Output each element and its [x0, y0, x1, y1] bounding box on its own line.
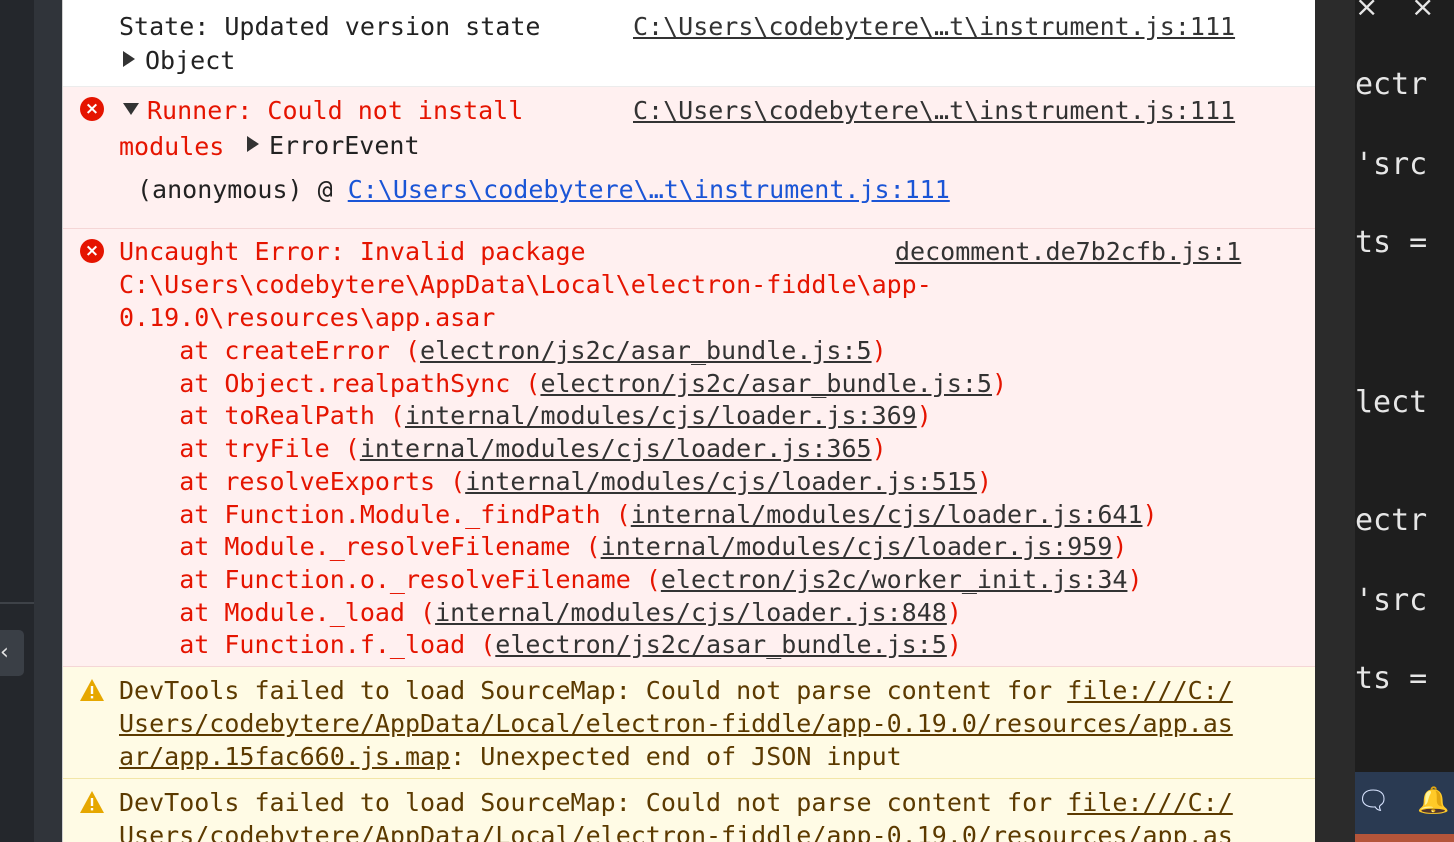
expand-triangle-icon: [123, 51, 135, 67]
stack-frame-paren: ): [1142, 499, 1158, 529]
stack-frame-paren: ): [976, 466, 992, 496]
stack-frame: at Module._resolveFilename (internal/mod…: [119, 532, 1127, 562]
uncaught-error-line2: C:\Users\codebytere\AppData\Local\electr…: [119, 270, 932, 299]
stack-frame-link[interactable]: electron/js2c/asar_bundle.js:5: [495, 630, 947, 659]
stack-frame-function: at createError (: [119, 336, 421, 365]
console-warning-message: DevTools failed to load SourceMap: Could…: [63, 779, 1315, 842]
warning-icon: [80, 791, 104, 813]
editor-code-line: 'src: [1355, 147, 1428, 182]
stack-frame-function: at Object.realpathSync (: [119, 368, 541, 398]
stack-frame-paren: ): [871, 434, 887, 464]
stack-frame-paren: ): [1112, 532, 1128, 562]
console-error-message: × Runner: Could not install C:\Users\cod…: [63, 87, 1315, 229]
trace-prefix: (anonymous) @: [137, 175, 348, 204]
stack-frame-function: at Module._load (: [119, 597, 436, 627]
log-object-toggle[interactable]: Object: [123, 46, 235, 76]
stack-frame-link[interactable]: internal/modules/cjs/loader.js:641: [631, 500, 1143, 529]
warning-icon: [80, 679, 104, 701]
editor-code-line: 'src: [1355, 583, 1428, 618]
error-icon: ×: [80, 239, 104, 263]
editor-code-line: lect: [1355, 385, 1428, 420]
stack-frame-link[interactable]: electron/js2c/asar_bundle.js:5: [540, 369, 992, 398]
stack-frame-paren: ): [946, 630, 962, 660]
stack-frame: at tryFile (internal/modules/cjs/loader.…: [119, 434, 887, 464]
stack-frame-function: at tryFile (: [119, 434, 360, 464]
close-icon[interactable]: ×: [1355, 0, 1378, 23]
taskbar: 🗨 🔔: [1355, 772, 1454, 842]
error-event-label: ErrorEvent: [269, 131, 420, 160]
warning-line1: DevTools failed to load SourceMap: Could…: [119, 788, 1233, 818]
close-icon[interactable]: ×: [1411, 0, 1434, 23]
stack-frame-paren: ): [1127, 564, 1143, 594]
editor-code-line: ts =: [1355, 225, 1428, 260]
warning-line3: ar/app.15fac660.js.map: Unexpected end o…: [119, 742, 902, 772]
stack-frame: at createError (electron/js2c/asar_bundl…: [119, 336, 887, 366]
error-event-toggle[interactable]: ErrorEvent: [247, 131, 420, 161]
stack-frame-link[interactable]: electron/js2c/asar_bundle.js:5: [420, 336, 872, 365]
stack-frame-paren: ): [916, 401, 932, 431]
stack-frame-link[interactable]: internal/modules/cjs/loader.js:848: [435, 598, 947, 627]
warning-suffix: : Unexpected end of JSON input: [450, 742, 902, 771]
warning-file-link-1[interactable]: file:///C:/: [1067, 676, 1233, 705]
console-warning-message: DevTools failed to load SourceMap: Could…: [63, 667, 1315, 779]
stack-frame-link[interactable]: internal/modules/cjs/loader.js:369: [405, 401, 917, 430]
log-text: State: Updated version state: [119, 12, 541, 41]
warning-line1: DevTools failed to load SourceMap: Could…: [119, 676, 1233, 706]
error-runner-toggle[interactable]: Runner: Could not install: [123, 96, 523, 126]
warning-prefix: DevTools failed to load SourceMap: Could…: [119, 788, 1068, 817]
stack-frame-paren: ): [871, 336, 887, 365]
stack-frame-function: at Function.o._resolveFilename (: [119, 564, 661, 594]
stack-frame-link[interactable]: internal/modules/cjs/loader.js:365: [360, 434, 872, 463]
stack-frame: at toRealPath (internal/modules/cjs/load…: [119, 401, 932, 431]
left-rail-inner: [0, 0, 34, 842]
stack-frame-link[interactable]: internal/modules/cjs/loader.js:515: [465, 467, 977, 496]
stack-frame-function: at Module._resolveFilename (: [119, 532, 601, 562]
collapse-chevron-icon[interactable]: ‹: [0, 630, 24, 676]
stack-frame: at Function.Module._findPath (internal/m…: [119, 499, 1158, 530]
stack-frame-function: at toRealPath (: [119, 401, 405, 431]
uncaught-error-line1: Uncaught Error: Invalid package: [119, 237, 586, 266]
chat-icon[interactable]: 🗨: [1357, 786, 1390, 816]
stack-frame: at Function.o._resolveFilename (electron…: [119, 564, 1143, 595]
warning-file-link-1[interactable]: file:///C:/: [1067, 788, 1233, 817]
stack-frame-function: at Function.f._load (: [119, 630, 496, 660]
stack-frame: at Module._load (internal/modules/cjs/lo…: [119, 598, 962, 628]
stack-frame-paren: ): [991, 368, 1008, 398]
collapse-triangle-icon: [123, 103, 139, 115]
error-runner-line2: modules: [119, 132, 225, 161]
stack-frame-function: at Function.Module._findPath (: [119, 499, 631, 529]
editor-code-line: ectr: [1355, 67, 1428, 102]
error-runner-source-link[interactable]: C:\Users\codebytere\…t\instrument.js:111: [633, 96, 1235, 126]
stack-frame-link[interactable]: electron/js2c/worker_init.js:34: [661, 565, 1128, 594]
log-object-label: Object: [145, 46, 236, 75]
stack-frame-function: at resolveExports (: [119, 466, 466, 496]
stack-frame-paren: ): [946, 597, 962, 627]
left-rail-divider: [0, 602, 34, 604]
error-runner-line1: Runner: Could not install: [147, 96, 524, 125]
warning-file-link-2[interactable]: Users/codebytere/AppData/Local/electron-…: [119, 709, 1233, 739]
uncaught-error-line3: 0.19.0\resources\app.asar: [119, 303, 496, 332]
console-uncaught-error: × Uncaught Error: Invalid package decomm…: [63, 229, 1315, 667]
editor-code-line: ectr: [1355, 503, 1428, 538]
editor-code-line: ts =: [1355, 661, 1428, 696]
stack-frame: at Function.f._load (electron/js2c/asar_…: [119, 630, 962, 660]
left-rail: ‹: [0, 0, 62, 842]
error-icon: ×: [80, 97, 104, 121]
warning-prefix: DevTools failed to load SourceMap: Could…: [119, 676, 1068, 705]
trace-link[interactable]: C:\Users\codebytere\…t\instrument.js:111: [348, 175, 950, 204]
uncaught-error-source-link[interactable]: decomment.de7b2cfb.js:1: [895, 237, 1241, 267]
console-log-message: State: Updated version state C:\Users\co…: [63, 0, 1315, 87]
taskbar-app-strip: [1355, 834, 1454, 842]
log-source-link[interactable]: C:\Users\codebytere\…t\instrument.js:111: [633, 12, 1235, 42]
expand-triangle-icon: [247, 136, 259, 152]
warning-file-link-2[interactable]: Users/codebytere/AppData/Local/electron-…: [119, 821, 1233, 842]
notification-bell-icon[interactable]: 🔔: [1417, 786, 1449, 816]
stack-frame: at resolveExports (internal/modules/cjs/…: [119, 467, 992, 497]
stack-frame: at Object.realpathSync (electron/js2c/as…: [119, 369, 1007, 399]
devtools-console: State: Updated version state C:\Users\co…: [62, 0, 1315, 842]
error-trace-line: (anonymous) @ C:\Users\codebytere\…t\ins…: [137, 175, 950, 205]
warning-file-link-3[interactable]: ar/app.15fac660.js.map: [119, 742, 450, 771]
editor-pane: × × ectr 'src ts = lect ectr 'src ts = 🗨 🔔: [1355, 0, 1454, 842]
stack-frame-link[interactable]: internal/modules/cjs/loader.js:959: [601, 532, 1113, 561]
